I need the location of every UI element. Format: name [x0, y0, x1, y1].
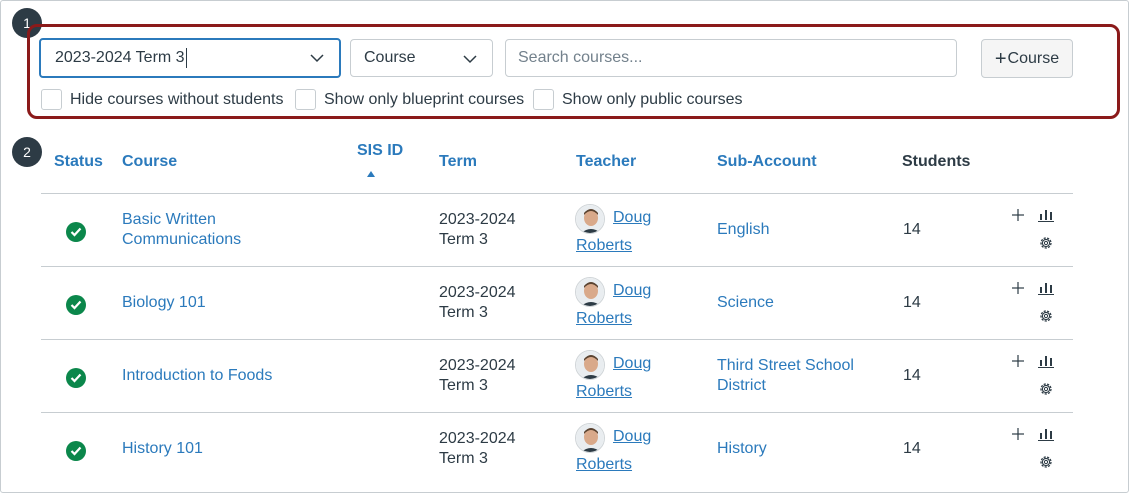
callout-marker-2: 2: [12, 137, 42, 167]
published-check-icon: [66, 368, 86, 388]
teacher-avatar: [575, 277, 605, 307]
students-count: 14: [903, 367, 921, 384]
course-link[interactable]: Basic Written Communications: [122, 210, 241, 250]
students-count: 14: [903, 294, 921, 311]
gear-icon[interactable]: [1037, 234, 1055, 252]
add-course-label: Course: [1007, 49, 1060, 67]
term-cell: 2023-2024 Term 3: [439, 357, 516, 394]
statistics-icon[interactable]: [1037, 279, 1055, 297]
header-students: Students: [902, 153, 971, 170]
teacher-last-name-link[interactable]: Roberts: [576, 236, 632, 256]
teacher-last-name-link[interactable]: Roberts: [576, 309, 632, 329]
gear-icon[interactable]: [1037, 453, 1055, 471]
text-cursor: [185, 48, 187, 68]
course-link[interactable]: History 101: [122, 439, 203, 459]
header-status[interactable]: Status: [54, 153, 103, 171]
statistics-icon[interactable]: [1037, 206, 1055, 224]
sub-account-link[interactable]: Third Street School District: [717, 356, 854, 396]
header-sub-account[interactable]: Sub-Account: [717, 153, 817, 171]
table-row: Introduction to Foods 2023-2024 Term 3 Do…: [0, 340, 1129, 412]
statistics-icon[interactable]: [1037, 352, 1055, 370]
checkbox-label: Show only public courses: [562, 90, 743, 108]
published-check-icon: [66, 222, 86, 242]
course-link[interactable]: Introduction to Foods: [122, 366, 272, 386]
gear-icon[interactable]: [1037, 380, 1055, 398]
table-row: Basic Written Communications 2023-2024 Ter…: [0, 194, 1129, 266]
term-cell: 2023-2024 Term 3: [439, 284, 516, 321]
add-course-button[interactable]: + Course: [981, 39, 1073, 78]
published-check-icon: [66, 441, 86, 461]
checkbox-box[interactable]: [41, 89, 62, 110]
header-sis-id[interactable]: SIS ID: [357, 142, 403, 160]
checkbox-label: Hide courses without students: [70, 90, 284, 108]
checkbox-label: Show only blueprint courses: [324, 90, 525, 108]
search-type-select[interactable]: Course: [350, 39, 493, 77]
teacher-avatar: [575, 350, 605, 380]
term-select[interactable]: 2023-2024 Term 3: [39, 38, 341, 78]
table-row: Biology 101 2023-2024 Term 3 Doug Roberts: [0, 267, 1129, 339]
header-course[interactable]: Course: [122, 153, 177, 171]
checkbox-box[interactable]: [295, 89, 316, 110]
teacher-last-name-link[interactable]: Roberts: [576, 455, 632, 475]
gear-icon[interactable]: [1037, 307, 1055, 325]
sub-account-link[interactable]: English: [717, 220, 769, 240]
add-user-plus-icon[interactable]: [1009, 206, 1027, 224]
add-user-plus-icon[interactable]: [1009, 352, 1027, 370]
search-type-value: Course: [364, 49, 416, 66]
teacher-last-name-link[interactable]: Roberts: [576, 382, 632, 402]
published-check-icon: [66, 295, 86, 315]
students-count: 14: [903, 221, 921, 238]
table-row: History 101 2023-2024 Term 3 Doug Roberts: [0, 413, 1129, 485]
hide-without-students-checkbox[interactable]: Hide courses without students: [41, 89, 283, 110]
teacher-avatar: [575, 423, 605, 453]
course-link[interactable]: Biology 101: [122, 293, 206, 313]
sort-ascending-icon: [367, 171, 375, 177]
term-cell: 2023-2024 Term 3: [439, 430, 516, 467]
public-only-checkbox[interactable]: Show only public courses: [533, 89, 743, 110]
chevron-down-icon: [310, 54, 324, 63]
blueprint-only-checkbox[interactable]: Show only blueprint courses: [295, 89, 524, 110]
term-cell: 2023-2024 Term 3: [439, 211, 516, 248]
add-user-plus-icon[interactable]: [1009, 279, 1027, 297]
teacher-first-name-link[interactable]: Doug: [613, 208, 651, 228]
checkbox-box[interactable]: [533, 89, 554, 110]
term-select-value: 2023-2024 Term 3: [55, 49, 185, 66]
add-user-plus-icon[interactable]: [1009, 425, 1027, 443]
chevron-down-icon: [463, 55, 477, 64]
header-teacher[interactable]: Teacher: [576, 153, 636, 171]
teacher-first-name-link[interactable]: Doug: [613, 427, 651, 447]
header-term[interactable]: Term: [439, 153, 477, 171]
students-count: 14: [903, 440, 921, 457]
sub-account-link[interactable]: History: [717, 439, 767, 459]
teacher-first-name-link[interactable]: Doug: [613, 354, 651, 374]
plus-icon: +: [994, 47, 1007, 70]
sub-account-link[interactable]: Science: [717, 293, 774, 313]
search-courses-input[interactable]: [505, 39, 957, 77]
statistics-icon[interactable]: [1037, 425, 1055, 443]
teacher-avatar: [575, 204, 605, 234]
teacher-first-name-link[interactable]: Doug: [613, 281, 651, 301]
